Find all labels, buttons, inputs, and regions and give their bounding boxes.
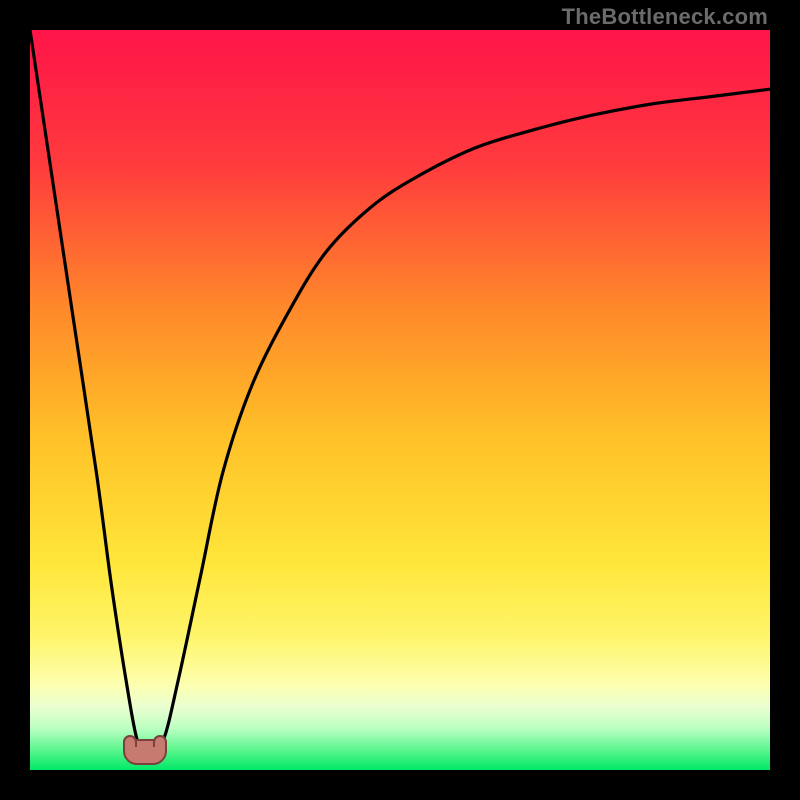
watermark-text: TheBottleneck.com: [562, 4, 768, 30]
optimal-point-marker: [123, 739, 167, 765]
chart-frame: TheBottleneck.com: [0, 0, 800, 800]
bottleneck-curve: [30, 30, 770, 770]
plot-area: [30, 30, 770, 770]
